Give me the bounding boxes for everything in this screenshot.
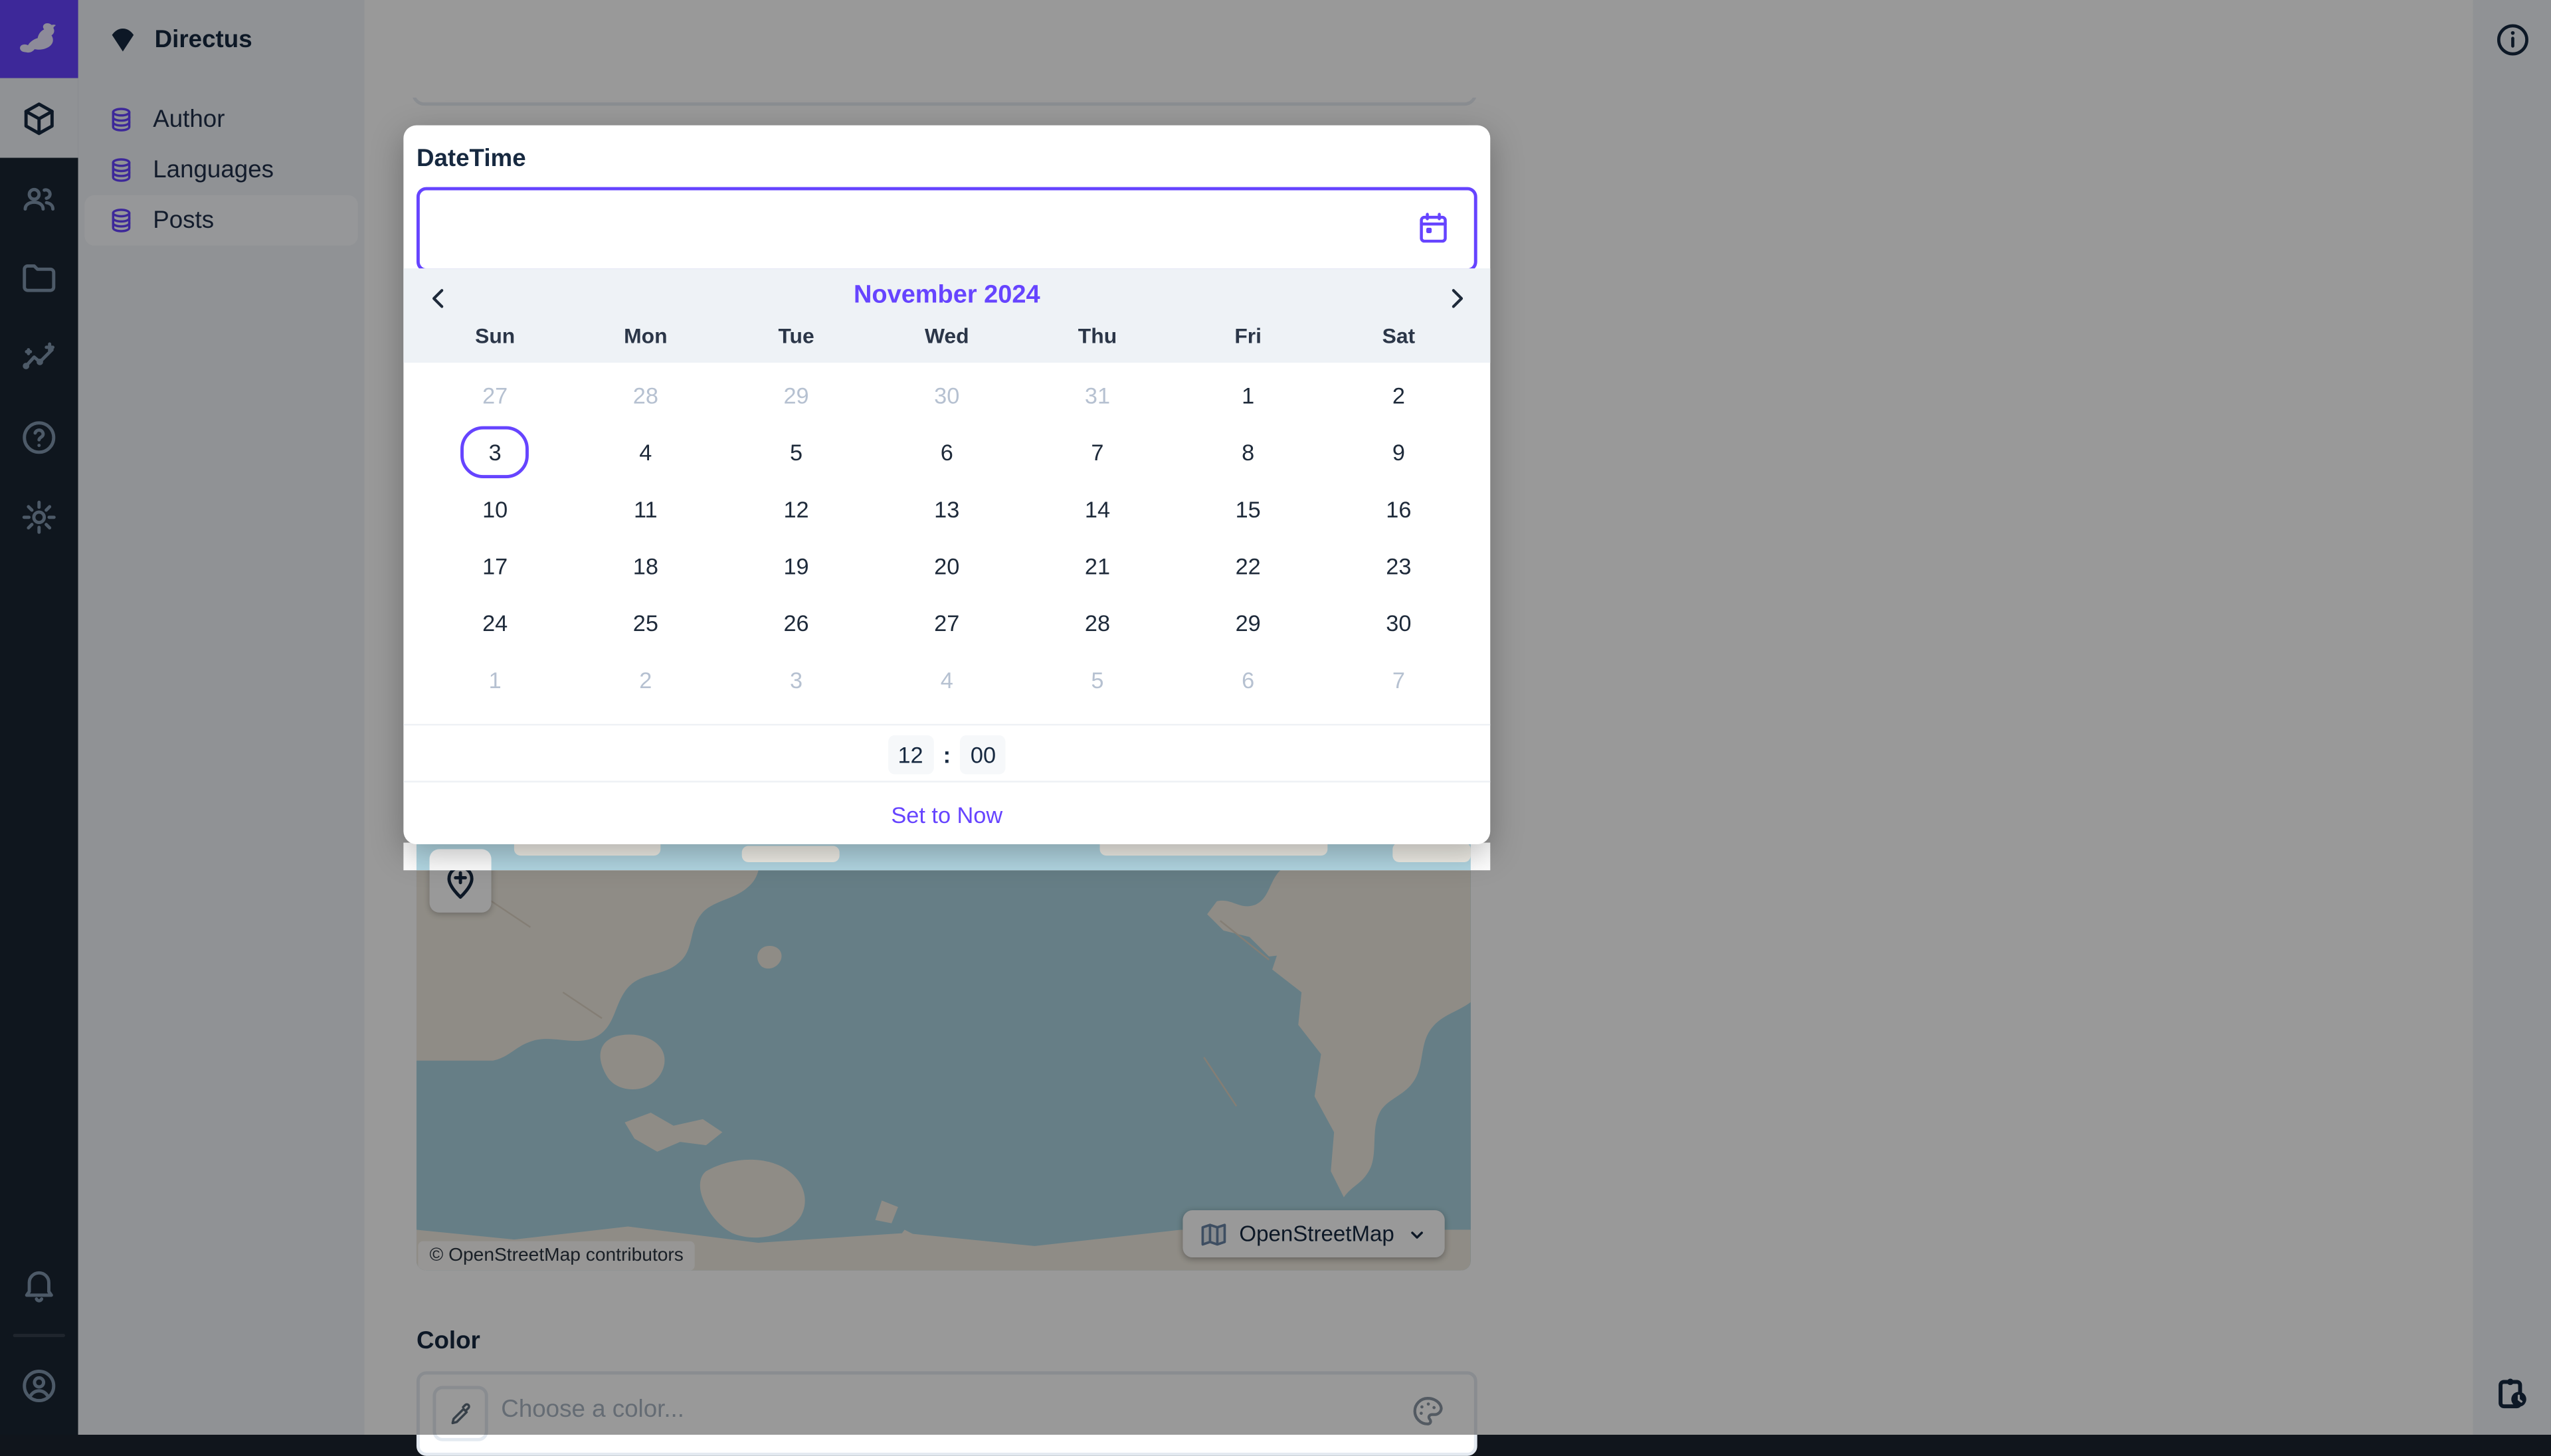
- time-picker-row: 12 : 00: [403, 724, 1490, 782]
- calendar-day[interactable]: 27: [872, 594, 1022, 651]
- set-to-now-button[interactable]: Set to Now: [891, 801, 1002, 827]
- calendar-day[interactable]: 18: [571, 537, 721, 594]
- calendar-day-names: SunMonTueWedThuFriSat: [420, 323, 1474, 348]
- calendar-day[interactable]: 3: [721, 651, 872, 708]
- map-bright-strip: [403, 843, 1490, 871]
- day-name-thu: Thu: [1022, 323, 1173, 348]
- app-window: Creating Item in Posts Directus AuthorLa…: [0, 0, 2551, 1435]
- calendar-day[interactable]: 16: [1323, 480, 1474, 537]
- calendar-day[interactable]: 6: [872, 423, 1022, 480]
- calendar-day-selected[interactable]: 3: [420, 423, 571, 480]
- calendar-day[interactable]: 1: [420, 651, 571, 708]
- day-name-fri: Fri: [1173, 323, 1323, 348]
- calendar-day[interactable]: 30: [872, 366, 1022, 423]
- calendar-day[interactable]: 11: [571, 480, 721, 537]
- calendar-day[interactable]: 4: [872, 651, 1022, 708]
- calendar-day[interactable]: 12: [721, 480, 872, 537]
- next-month-button[interactable]: [1435, 276, 1477, 319]
- calendar-day[interactable]: 2: [571, 651, 721, 708]
- calendar-day[interactable]: 29: [721, 366, 872, 423]
- calendar-day[interactable]: 5: [1022, 651, 1173, 708]
- calendar-day[interactable]: 27: [420, 366, 571, 423]
- calendar-day[interactable]: 15: [1173, 480, 1323, 537]
- month-year-label[interactable]: November 2024: [403, 282, 1490, 311]
- calendar-day[interactable]: 7: [1323, 651, 1474, 708]
- calendar-date-grid: 2728293031123456789101112131415161718192…: [420, 366, 1474, 707]
- calendar-day[interactable]: 29: [1173, 594, 1323, 651]
- calendar-day[interactable]: 2: [1323, 366, 1474, 423]
- calendar-day[interactable]: 8: [1173, 423, 1323, 480]
- calendar-day[interactable]: 24: [420, 594, 571, 651]
- calendar-day[interactable]: 5: [721, 423, 872, 480]
- calendar-day[interactable]: 14: [1022, 480, 1173, 537]
- calendar-day[interactable]: 23: [1323, 537, 1474, 594]
- calendar-day[interactable]: 1: [1173, 366, 1323, 423]
- calendar-day[interactable]: 26: [721, 594, 872, 651]
- calendar-day[interactable]: 6: [1173, 651, 1323, 708]
- calendar-day[interactable]: 28: [1022, 594, 1173, 651]
- day-name-sun: Sun: [420, 323, 571, 348]
- calendar-day[interactable]: 31: [1022, 366, 1173, 423]
- time-separator: :: [943, 741, 951, 767]
- calendar-day[interactable]: 28: [571, 366, 721, 423]
- calendar-icon[interactable]: [1416, 210, 1452, 246]
- day-name-sat: Sat: [1323, 323, 1474, 348]
- calendar-footer: Set to Now: [403, 781, 1490, 846]
- calendar-day[interactable]: 13: [872, 480, 1022, 537]
- day-name-mon: Mon: [571, 323, 721, 348]
- calendar-day[interactable]: 4: [571, 423, 721, 480]
- calendar-day[interactable]: 20: [872, 537, 1022, 594]
- calendar-day[interactable]: 21: [1022, 537, 1173, 594]
- hour-input[interactable]: 12: [888, 735, 933, 774]
- calendar-day[interactable]: 19: [721, 537, 872, 594]
- calendar-day[interactable]: 22: [1173, 537, 1323, 594]
- calendar-day[interactable]: 25: [571, 594, 721, 651]
- calendar-day[interactable]: 7: [1022, 423, 1173, 480]
- day-name-tue: Tue: [721, 323, 872, 348]
- calendar-day[interactable]: 9: [1323, 423, 1474, 480]
- minute-input[interactable]: 00: [961, 735, 1006, 774]
- chevron-right-icon: [1442, 284, 1470, 312]
- day-name-wed: Wed: [872, 323, 1022, 348]
- datetime-popover-card: DateTime November 2024 SunMonTueWedThuFr…: [403, 126, 1490, 844]
- datetime-field-label: DateTime: [417, 145, 526, 173]
- calendar-day[interactable]: 30: [1323, 594, 1474, 651]
- calendar-header: November 2024: [403, 268, 1490, 363]
- datetime-input[interactable]: [417, 187, 1477, 272]
- calendar-day[interactable]: 10: [420, 480, 571, 537]
- calendar-day[interactable]: 17: [420, 537, 571, 594]
